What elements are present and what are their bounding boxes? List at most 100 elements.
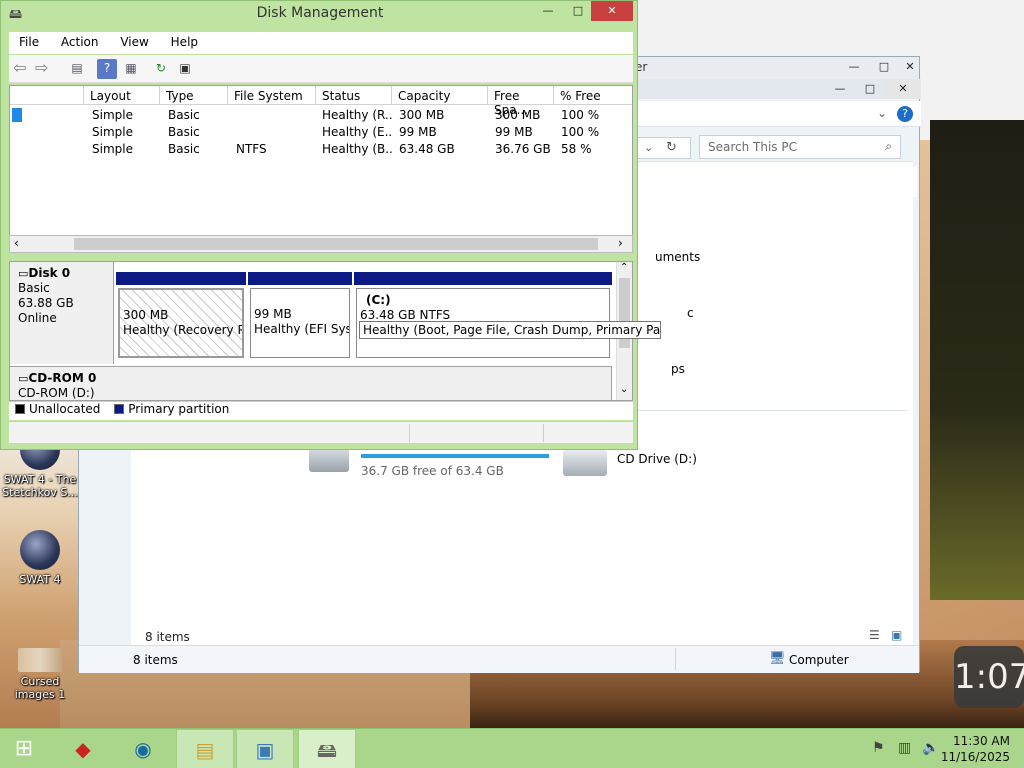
desktop-icon-swat4[interactable]: SWAT 4 — [2, 530, 78, 586]
disk-icon: ▭ — [18, 267, 29, 280]
cell-layout: Simple — [92, 108, 133, 122]
cd-drive-label[interactable]: CD Drive (D:) — [617, 452, 697, 466]
action-center-icon[interactable]: ⚑ — [872, 740, 885, 756]
chevron-down-icon[interactable]: ⌄ — [877, 106, 887, 120]
nav-item-partial[interactable]: ps — [671, 362, 685, 376]
volume-muted-icon[interactable]: 🔈 — [922, 740, 939, 756]
column-header-layout[interactable]: Layout — [84, 86, 160, 105]
forward-icon[interactable]: ⇨ — [35, 58, 48, 77]
close-button[interactable]: ✕ — [591, 1, 633, 21]
cell-free-space: 99 MB — [495, 125, 533, 139]
column-header-capacity[interactable]: Capacity — [392, 86, 488, 105]
file-explorer-icon[interactable]: ▤ — [176, 729, 234, 768]
search-icon[interactable]: ⌕ — [885, 139, 892, 154]
partition-tooltip: Healthy (Boot, Page File, Crash Dump, Pr… — [359, 321, 661, 339]
nav-item-partial[interactable]: c — [687, 306, 694, 320]
column-header-free-space[interactable]: Free Spa... — [488, 86, 554, 117]
column-header-filesystem[interactable]: File System — [228, 86, 316, 105]
refresh-icon[interactable]: ↻ — [151, 59, 171, 79]
large-icons-view-icon[interactable]: ▣ — [891, 628, 902, 642]
details-view-icon[interactable]: ☰ — [869, 628, 880, 642]
local-disk-icon[interactable] — [309, 448, 349, 472]
partition-size: 99 MB — [254, 307, 292, 321]
horizontal-scrollbar[interactable]: ‹ › — [9, 235, 633, 253]
scroll-down-icon[interactable]: ⌄ — [620, 384, 628, 395]
search-input[interactable]: Search This PC ⌕ — [699, 135, 901, 159]
browser-icon[interactable]: ◉ — [114, 729, 172, 768]
column-header-volume[interactable] — [10, 86, 84, 105]
taskbar-app-icon[interactable]: ◆ — [54, 729, 112, 768]
scroll-right-icon[interactable]: › — [618, 236, 623, 250]
network-icon[interactable]: ▥ — [898, 740, 911, 756]
cell-status: Healthy (E... — [322, 125, 392, 139]
menu-file[interactable]: File — [9, 32, 47, 49]
disk-management-taskbar-icon[interactable]: 🖴 — [298, 729, 356, 768]
cdrom0-name: CD-ROM 0 — [28, 371, 97, 385]
scroll-thumb[interactable] — [74, 238, 598, 250]
column-header-type[interactable]: Type — [160, 86, 228, 105]
search-placeholder: Search This PC — [708, 140, 797, 154]
column-header-percent-free[interactable]: % Free — [554, 86, 632, 105]
console-tree-icon[interactable]: ▤ — [67, 59, 87, 79]
cd-drive-icon[interactable] — [563, 450, 607, 476]
partition-size: 300 MB — [123, 308, 169, 322]
rescan-icon[interactable]: ▣ — [175, 59, 195, 79]
disk0-info[interactable]: ▭Disk 0 Basic 63.88 GB Online — [10, 262, 114, 364]
cell-type: Basic — [168, 142, 200, 156]
cell-capacity: 99 MB — [399, 125, 437, 139]
menu-action[interactable]: Action — [51, 32, 107, 49]
divider — [611, 410, 907, 411]
disk0-type: Basic — [18, 281, 50, 295]
clock[interactable]: 11:30 AM 11/16/2025 — [941, 733, 1010, 765]
scroll-left-icon[interactable]: ‹ — [14, 236, 19, 250]
disk0-title: ▭Disk 0 — [18, 266, 105, 281]
cdrom0-info[interactable]: ▭CD-ROM 0 CD-ROM (D:) — [10, 366, 612, 400]
cdrom0-title: ▭CD-ROM 0 — [18, 371, 603, 386]
maximize-button[interactable]: □ — [563, 1, 593, 21]
back-icon[interactable]: ⇦ — [13, 58, 26, 77]
desktop-icon-cursed-images[interactable]: Cursed images 1 — [2, 648, 78, 701]
image-viewer-icon[interactable]: ▣ — [236, 729, 294, 768]
legend-swatch-primary — [114, 404, 125, 414]
cell-filesystem: NTFS — [236, 142, 267, 156]
minimize-button[interactable]: — — [533, 1, 563, 21]
desktop-icon-label: SWAT 4 - The Stetchkov S... — [2, 473, 78, 499]
menu-view[interactable]: View — [110, 32, 156, 49]
legend-unallocated: Unallocated — [29, 402, 101, 416]
explorer-statusbar: 8 items 🖥 Computer — [79, 645, 919, 673]
partition-c[interactable]: (C:) 63.48 GB NTFS — [354, 272, 612, 360]
partition-recovery[interactable]: 300 MB Healthy (Recovery Par — [116, 272, 246, 360]
partition-efi[interactable]: 99 MB Healthy (EFI Syste — [248, 272, 352, 360]
table-row[interactable]: Simple Basic NTFS Healthy (B... 63.48 GB… — [10, 140, 632, 157]
status-location: Computer — [789, 653, 849, 667]
help-icon[interactable]: ? — [897, 106, 913, 122]
nav-item-partial[interactable]: uments — [655, 250, 700, 264]
properties-icon[interactable]: ▦ — [121, 59, 141, 79]
cell-free-space: 36.76 GB — [495, 142, 551, 156]
legend-swatch-unallocated — [15, 404, 25, 414]
inner-minimize-button[interactable]: — — [825, 79, 855, 99]
scroll-up-icon[interactable]: ⌃ — [620, 262, 628, 273]
inner-close-button[interactable]: ✕ — [885, 79, 921, 99]
cell-type: Basic — [168, 125, 200, 139]
inner-maximize-button[interactable]: □ — [855, 79, 885, 99]
close-button[interactable]: ✕ — [899, 57, 921, 77]
start-button[interactable]: ⊞ — [0, 729, 48, 768]
disk0-size: 63.88 GB — [18, 296, 74, 310]
table-row[interactable]: Simple Basic Healthy (E... 99 MB 99 MB 1… — [10, 123, 632, 140]
cell-type: Basic — [168, 108, 200, 122]
address-bar-partial[interactable]: ⌄ ↻ — [635, 137, 691, 159]
menu-help[interactable]: Help — [161, 32, 206, 49]
chevron-down-icon[interactable]: ⌄ — [644, 141, 653, 154]
cell-status: Healthy (B... — [322, 142, 392, 156]
status-divider — [409, 424, 410, 442]
inner-titlebar: — □ ✕ — [635, 79, 921, 99]
toolbar: ⇦ ⇨ ▤ ? ▦ ↻ ▣ — [9, 55, 633, 83]
table-row[interactable]: Simple Basic Healthy (R... 300 MB 300 MB… — [10, 106, 632, 123]
minimize-button[interactable]: — — [839, 57, 869, 77]
maximize-button[interactable]: □ — [869, 57, 899, 77]
column-header-status[interactable]: Status — [316, 86, 392, 105]
help-icon[interactable]: ? — [97, 59, 117, 79]
refresh-icon[interactable]: ↻ — [666, 140, 677, 155]
taskbar: ⊞ ◆ ◉ ▤ ▣ 🖴 ⚑ ▥ 🔈 11:30 AM 11/16/2025 — [0, 728, 1024, 768]
